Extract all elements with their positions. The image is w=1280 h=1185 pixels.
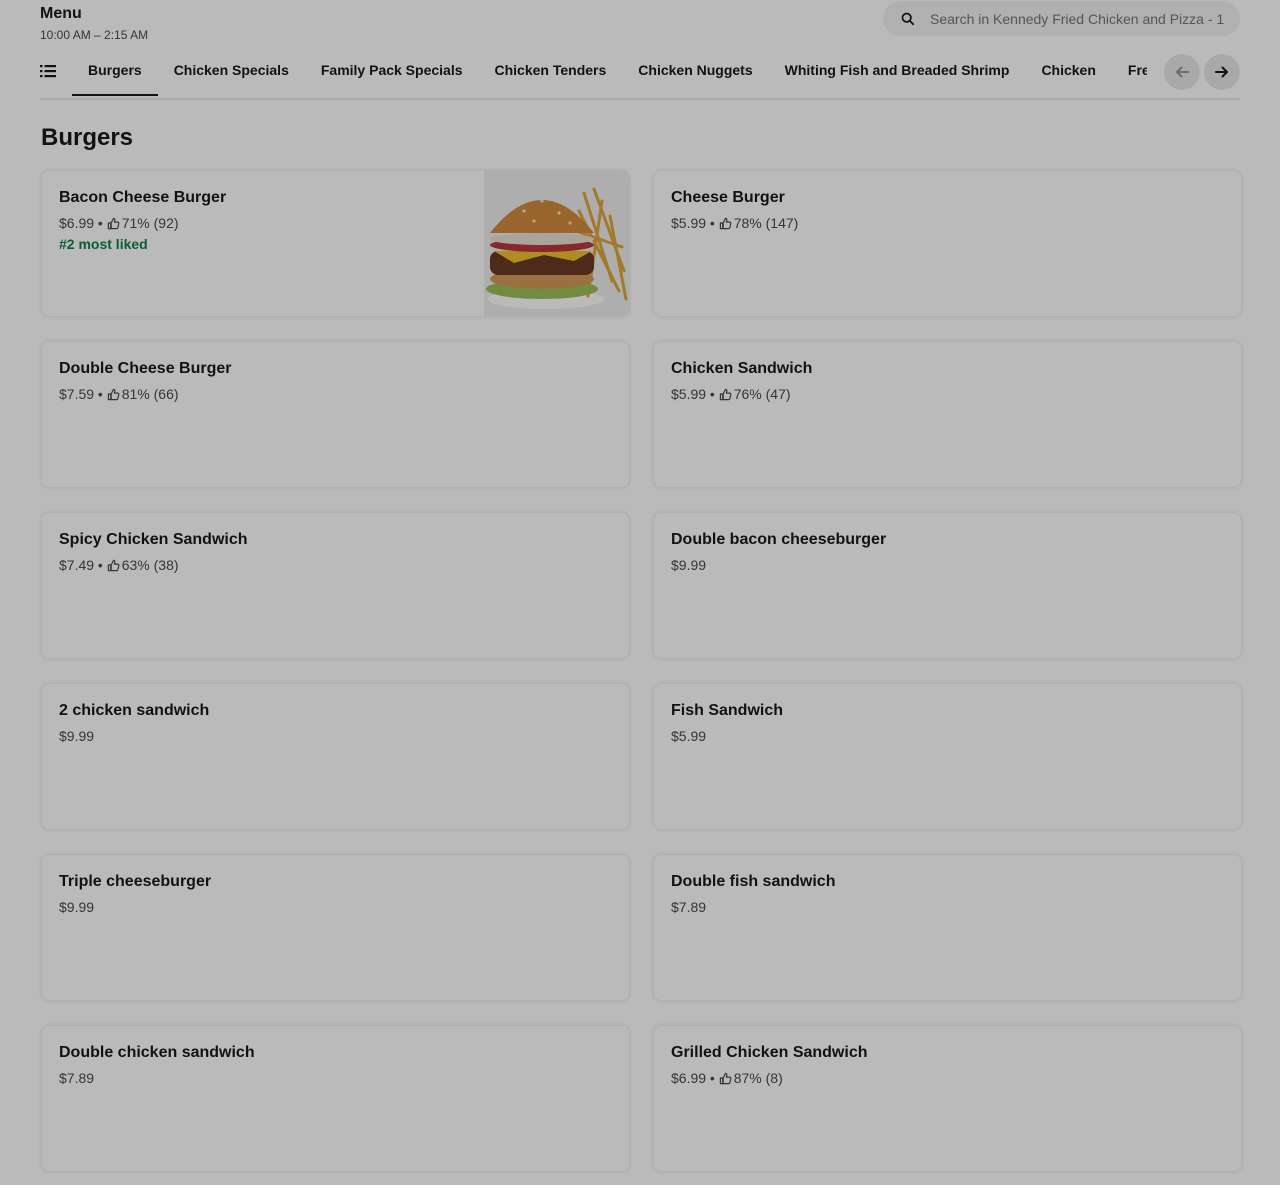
menu-item-card[interactable]: Cheese Burger $5.99 • 78% (147): [653, 170, 1242, 317]
item-price: $5.99: [671, 386, 707, 402]
item-name: Triple cheeseburger: [59, 873, 212, 890]
item-meta: $5.99 • 76% (47): [671, 386, 791, 402]
item-name: Grilled Chicken Sandwich: [671, 1044, 868, 1061]
tab-fresh-salads[interactable]: Fresh Salads: [1112, 48, 1147, 96]
separator-dot: •: [706, 215, 719, 231]
tab-chicken-tenders[interactable]: Chicken Tenders: [479, 48, 623, 96]
list-icon[interactable]: [40, 64, 56, 78]
item-rating: 63% (38): [121, 557, 179, 573]
item-price: $5.99: [671, 215, 707, 231]
popularity-badge: #2 most liked: [59, 236, 148, 252]
section-title: Burgers: [41, 124, 134, 151]
category-nav: Burgers Chicken Specials Family Pack Speci…: [40, 48, 1240, 100]
item-name: Chicken Sandwich: [671, 360, 813, 377]
menu-hours: 10:00 AM – 2:15 AM: [40, 28, 149, 42]
arrow-left-icon: [1176, 66, 1189, 78]
item-meta: $7.59 • 81% (66): [59, 386, 179, 402]
thumbs-up-icon: [719, 217, 732, 229]
item-rating: 78% (147): [733, 215, 799, 231]
item-price: $7.89: [671, 899, 707, 915]
menu-item-card[interactable]: 2 chicken sandwich $9.99: [41, 683, 630, 830]
menu-item-card[interactable]: Double Cheese Burger $7.59 • 81% (66): [41, 341, 630, 488]
scroll-right-button[interactable]: [1204, 54, 1240, 90]
category-tabs: Burgers Chicken Specials Family Pack Speci…: [72, 48, 1147, 96]
scroll-left-button[interactable]: [1164, 54, 1200, 90]
menu-item-card[interactable]: Triple cheeseburger $9.99: [41, 854, 630, 1001]
separator-dot: •: [706, 1070, 719, 1086]
item-price: $6.99: [59, 215, 95, 231]
item-name: Spicy Chicken Sandwich: [59, 531, 248, 548]
item-name: Fish Sandwich: [671, 702, 784, 719]
item-price: $5.99: [671, 728, 707, 744]
separator-dot: •: [706, 386, 719, 402]
menu-item-card[interactable]: Double bacon cheeseburger $9.99: [653, 512, 1242, 659]
tab-whiting-fish-and-breaded-shrimp[interactable]: Whiting Fish and Breaded Shrimp: [769, 48, 1026, 96]
item-rating: 81% (66): [121, 386, 179, 402]
item-meta: $7.49 • 63% (38): [59, 557, 179, 573]
search-icon: [901, 12, 915, 26]
item-name: Double Cheese Burger: [59, 360, 232, 377]
item-name: Double bacon cheeseburger: [671, 531, 887, 548]
menu-item-card[interactable]: Chicken Sandwich $5.99 • 76% (47): [653, 341, 1242, 488]
item-meta: $6.99 • 87% (8): [671, 1070, 783, 1086]
item-meta: $9.99: [59, 899, 94, 915]
tab-burgers[interactable]: Burgers: [72, 48, 158, 96]
item-meta: $9.99: [59, 728, 94, 744]
thumbs-up-icon: [719, 388, 732, 400]
separator-dot: •: [94, 386, 107, 402]
item-rating: 87% (8): [733, 1070, 783, 1086]
search-box[interactable]: [883, 1, 1240, 36]
thumbs-up-icon: [107, 559, 120, 571]
tab-chicken-nuggets[interactable]: Chicken Nuggets: [622, 48, 768, 96]
separator-dot: •: [94, 557, 107, 573]
menu-item-card[interactable]: Grilled Chicken Sandwich $6.99 • 87% (8): [653, 1025, 1242, 1172]
menu-title: Menu: [40, 5, 82, 22]
thumbs-up-icon: [107, 388, 120, 400]
item-price: $9.99: [59, 728, 95, 744]
item-name: Bacon Cheese Burger: [59, 189, 227, 206]
item-meta: $5.99: [671, 728, 706, 744]
arrow-right-icon: [1215, 66, 1228, 78]
menu-item-card[interactable]: Bacon Cheese Burger $6.99 • 71% (92) #2 mo…: [41, 170, 630, 317]
item-rating: 71% (92): [121, 215, 179, 231]
item-meta: $9.99: [671, 557, 706, 573]
item-price: $9.99: [59, 899, 95, 915]
item-rating: 76% (47): [733, 386, 791, 402]
item-price: $6.99: [671, 1070, 707, 1086]
tab-chicken-specials[interactable]: Chicken Specials: [158, 48, 305, 96]
item-meta: $5.99 • 78% (147): [671, 215, 798, 231]
item-price: $7.49: [59, 557, 95, 573]
item-name: Double chicken sandwich: [59, 1044, 255, 1061]
menu-item-card[interactable]: Fish Sandwich $5.99: [653, 683, 1242, 830]
menu-page: Menu 10:00 AM – 2:15 AM BurgersChicken S…: [0, 0, 1280, 1185]
thumbs-up-icon: [719, 1072, 732, 1084]
item-price: $9.99: [671, 557, 707, 573]
thumbs-up-icon: [107, 217, 120, 229]
separator-dot: •: [94, 215, 107, 231]
tab-chicken[interactable]: Chicken: [1025, 48, 1111, 96]
tab-family-pack-specials[interactable]: Family Pack Specials: [305, 48, 479, 96]
search-input[interactable]: [930, 1, 1225, 36]
item-meta: $7.89: [671, 899, 706, 915]
menu-item-card[interactable]: Double fish sandwich $7.89: [653, 854, 1242, 1001]
item-price: $7.89: [59, 1070, 95, 1086]
item-image: [484, 171, 629, 316]
item-name: 2 chicken sandwich: [59, 702, 210, 719]
item-meta: $6.99 • 71% (92): [59, 215, 179, 231]
item-price: $7.59: [59, 386, 95, 402]
item-name: Double fish sandwich: [671, 873, 836, 890]
menu-item-card[interactable]: Double chicken sandwich $7.89: [41, 1025, 630, 1172]
menu-item-card[interactable]: Spicy Chicken Sandwich $7.49 • 63% (38): [41, 512, 630, 659]
item-name: Cheese Burger: [671, 189, 785, 206]
item-meta: $7.89: [59, 1070, 94, 1086]
